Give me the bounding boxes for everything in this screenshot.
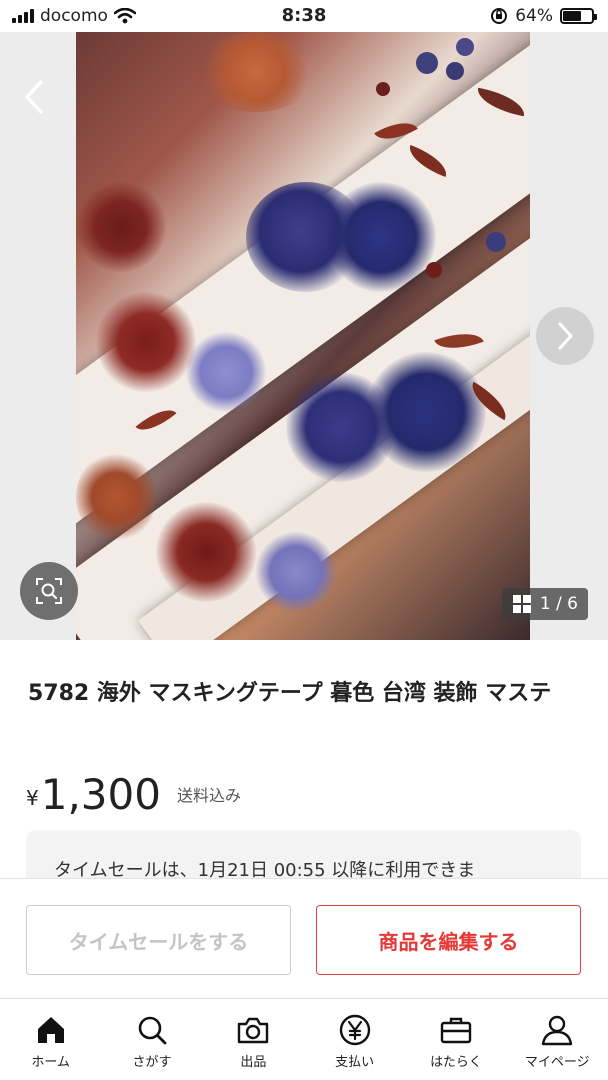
status-bar: docomo 8:38 64% (0, 0, 608, 32)
tab-home[interactable]: ホーム (0, 999, 101, 1080)
tab-label-sell: 出品 (240, 1055, 267, 1070)
tab-label-work: はたらく (430, 1055, 482, 1070)
status-right: 64% (490, 6, 597, 26)
briefcase-icon (440, 1017, 472, 1044)
battery-percent: 64% (515, 6, 553, 26)
chevron-left-icon (25, 80, 43, 114)
price-row: ¥ 1,300 送料込み (26, 764, 241, 820)
camera-icon (238, 1017, 269, 1044)
image-counter: 1 / 6 (501, 588, 588, 620)
zoom-search-icon (36, 578, 62, 604)
tab-label-mypage: マイページ (524, 1055, 590, 1070)
tab-label-home: ホーム (31, 1055, 70, 1070)
battery-icon (560, 8, 597, 24)
chevron-right-icon (558, 322, 573, 350)
shipping-label: 送料込み (176, 786, 241, 805)
tab-work[interactable]: はたらく (405, 999, 506, 1080)
currency-symbol: ¥ (26, 786, 39, 810)
yen-icon (339, 1014, 370, 1046)
timesale-button[interactable]: タイムセールをする (26, 905, 291, 975)
action-bar: タイムセールをする 商品を編集する (0, 878, 608, 998)
zoom-image-button[interactable] (20, 562, 78, 620)
tab-label-search: さがす (132, 1055, 172, 1070)
tab-label-payment: 支払い (335, 1055, 375, 1070)
person-icon (542, 1015, 573, 1046)
back-button[interactable] (14, 72, 54, 122)
tab-payment[interactable]: 支払い (304, 999, 405, 1080)
search-icon (138, 1016, 167, 1045)
product-price: 1,300 (40, 770, 161, 819)
tab-sell[interactable]: 出品 (203, 999, 304, 1080)
rotation-lock-icon (491, 8, 508, 24)
product-photo[interactable] (76, 32, 530, 640)
edit-item-button[interactable]: 商品を編集する (316, 905, 581, 975)
next-image-button[interactable] (536, 307, 594, 365)
product-title: 5782 海外 マスキングテープ 暮色 台湾 装飾 マステ (28, 681, 552, 706)
tab-search[interactable]: さがす (101, 999, 202, 1080)
product-image-gallery[interactable]: 1 / 6 (0, 32, 608, 640)
home-icon (37, 1017, 64, 1043)
grid-icon (512, 595, 531, 613)
image-counter-text: 1 / 6 (539, 594, 578, 614)
tab-bar: ホーム さがす 出品 支払い はたらく マイページ (0, 998, 608, 1080)
tab-mypage[interactable]: マイページ (507, 999, 608, 1080)
